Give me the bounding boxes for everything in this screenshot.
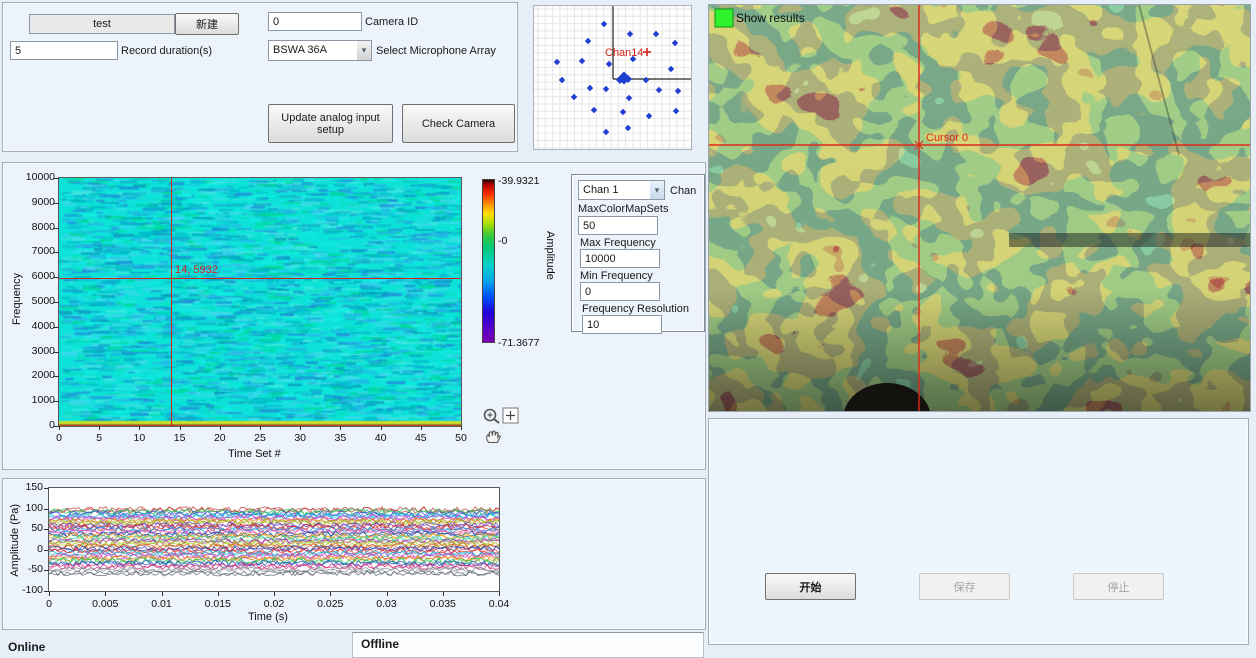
spectrogram-ytick: 2000 xyxy=(17,369,55,381)
graph-tools xyxy=(481,406,523,448)
waveform-ytick: -50 xyxy=(9,563,43,575)
waveform-ytick: 0 xyxy=(9,543,43,555)
spectrogram-panel: Frequency 14, 5932 Time Set # -39.9321 -… xyxy=(2,162,706,470)
acoustic-camera-app: test 新建 5 Record duration(s) 0 Camera ID… xyxy=(0,0,1256,658)
waveform-ytick: 50 xyxy=(9,522,43,534)
waveform-xlabel: Time (s) xyxy=(248,611,288,623)
waveform-xtick: 0.035 xyxy=(425,598,461,610)
mic-array-dropdown-arrow-icon[interactable]: ▾ xyxy=(357,40,372,61)
max-frequency-label: Max Frequency xyxy=(580,237,656,249)
spectrogram-xtick: 15 xyxy=(168,432,192,444)
min-frequency-label: Min Frequency xyxy=(580,270,653,282)
spectrogram-xtick: 5 xyxy=(87,432,111,444)
offline-status-box: Offline xyxy=(352,632,704,658)
spectrogram-ytick: 3000 xyxy=(17,345,55,357)
spectrogram-heatmap xyxy=(59,178,461,426)
wall-edge-shadow xyxy=(1009,233,1250,247)
offline-status-label: Offline xyxy=(361,637,399,651)
mic-array-select[interactable]: BSWA 36A xyxy=(268,40,358,61)
camera-cursor-label: Cursor 0 xyxy=(926,132,968,144)
spectrogram-xtick: 10 xyxy=(127,432,151,444)
spectrogram-xtick: 40 xyxy=(369,432,393,444)
bottom-shadow xyxy=(709,291,1250,411)
camera-id-field[interactable]: 0 xyxy=(268,12,362,31)
colorbar xyxy=(482,179,495,343)
save-button[interactable]: 保存 xyxy=(919,573,1010,600)
setup-panel: test 新建 5 Record duration(s) 0 Camera ID… xyxy=(2,2,518,152)
waveform-traces xyxy=(49,488,499,591)
svg-text:Chan14: Chan14 xyxy=(605,47,644,59)
spectrogram-cursor-vline[interactable] xyxy=(171,178,172,426)
display-controls-box: Chan 1 ▾ Chan MaxColorMapSets 50 Max Fre… xyxy=(571,174,705,332)
show-results-checkbox[interactable] xyxy=(715,9,733,27)
actions-panel: 开始 保存 停止 xyxy=(708,418,1249,645)
waveform-xtick: 0.025 xyxy=(312,598,348,610)
spectrogram-xtick: 35 xyxy=(328,432,352,444)
cursor-tool-icon[interactable] xyxy=(503,408,518,423)
waveform-plot[interactable] xyxy=(48,487,500,592)
spectrogram-ytick: 6000 xyxy=(17,270,55,282)
spectrogram-cursor-hline[interactable] xyxy=(59,278,461,279)
spectrogram-ytick: 10000 xyxy=(17,171,55,183)
waveform-xtick: 0.015 xyxy=(200,598,236,610)
waveform-xtick: 0.03 xyxy=(369,598,405,610)
camera-id-label: Camera ID xyxy=(365,16,418,28)
waveform-xtick: 0.01 xyxy=(144,598,180,610)
spectrogram-xtick: 0 xyxy=(47,432,71,444)
waveform-xtick: 0 xyxy=(31,598,67,610)
waveform-xtick: 0.02 xyxy=(256,598,292,610)
spectrogram-ytick: 1000 xyxy=(17,394,55,406)
spectrogram-xtick: 20 xyxy=(208,432,232,444)
spectrogram-xtick: 45 xyxy=(409,432,433,444)
spectrogram-xtick: 30 xyxy=(288,432,312,444)
colorbar-mid-label: -0 xyxy=(498,235,507,247)
show-results-label: Show results xyxy=(736,11,805,25)
waveform-xtick: 0.04 xyxy=(481,598,517,610)
spectrogram-plot[interactable] xyxy=(58,177,462,427)
camera-view[interactable]: Cursor 0 Show results xyxy=(708,4,1251,412)
max-colormap-label: MaxColorMapSets xyxy=(578,203,668,215)
camera-image: Cursor 0 Show results xyxy=(709,5,1250,411)
colorbar-max-label: -39.9321 xyxy=(498,175,539,187)
online-status-label: Online xyxy=(8,640,45,654)
spectrogram-ytick: 9000 xyxy=(17,196,55,208)
max-frequency-field[interactable]: 10000 xyxy=(580,249,660,268)
spectrogram-ytick: 0 xyxy=(17,419,55,431)
record-duration-field[interactable]: 5 xyxy=(10,41,118,60)
mic-array-plot[interactable]: Chan14 xyxy=(533,5,692,150)
spectrogram-ytick: 5000 xyxy=(17,295,55,307)
new-project-button[interactable]: 新建 xyxy=(175,13,239,35)
channel-dropdown-arrow-icon[interactable]: ▾ xyxy=(650,180,665,200)
colorbar-min-label: -71.3677 xyxy=(498,337,539,349)
start-button[interactable]: 开始 xyxy=(765,573,856,600)
pan-tool-icon[interactable] xyxy=(487,431,500,442)
record-duration-label: Record duration(s) xyxy=(121,45,212,57)
spectrogram-cursor-readout: 14, 5932 xyxy=(175,264,218,276)
update-analog-input-button[interactable]: Update analog input setup xyxy=(268,104,393,143)
waveform-ytick: 100 xyxy=(9,502,43,514)
channel-select[interactable]: Chan 1 xyxy=(578,180,651,200)
mic-array-label: Select Microphone Array xyxy=(376,45,496,57)
channel-label: Chan xyxy=(670,185,696,197)
max-colormap-field[interactable]: 50 xyxy=(578,216,658,235)
check-camera-button[interactable]: Check Camera xyxy=(402,104,515,143)
spectrogram-xtick: 25 xyxy=(248,432,272,444)
spectrogram-xtick: 50 xyxy=(449,432,473,444)
spectrogram-xlabel: Time Set # xyxy=(228,448,281,460)
spectrogram-ytick: 4000 xyxy=(17,320,55,332)
stop-button[interactable]: 停止 xyxy=(1073,573,1164,600)
frequency-resolution-field[interactable]: 10 xyxy=(582,315,662,334)
waveform-ytick: 150 xyxy=(9,481,43,493)
spectrogram-ytick: 7000 xyxy=(17,245,55,257)
spectrogram-ytick: 8000 xyxy=(17,221,55,233)
waveform-ytick: -100 xyxy=(9,584,43,596)
project-name-field[interactable]: test xyxy=(29,14,175,34)
zoom-tool-icon[interactable] xyxy=(485,410,500,424)
mic-array-scatter: Chan14 xyxy=(534,6,691,149)
colorbar-title: Amplitude xyxy=(544,231,556,280)
min-frequency-field[interactable]: 0 xyxy=(580,282,660,301)
frequency-resolution-label: Frequency Resolution xyxy=(582,303,689,315)
waveform-panel: Amplitude (Pa) Time (s) -100-50050100150… xyxy=(2,478,706,630)
waveform-xtick: 0.005 xyxy=(87,598,123,610)
